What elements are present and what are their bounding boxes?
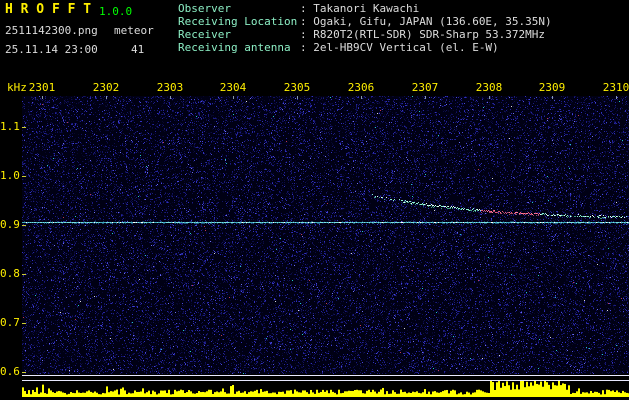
info-separator: : <box>300 2 314 15</box>
info-value: 2el-HB9CV Vertical (el. E-W) <box>313 41 499 54</box>
info-label: Observer <box>178 2 231 15</box>
freq-label: 0.6 <box>0 365 20 378</box>
info-label: Receiver <box>178 28 231 41</box>
time-label: 2307 <box>411 81 439 94</box>
echo-count: 41 <box>131 43 145 56</box>
spectrogram-canvas <box>22 96 629 374</box>
info-row: Observer: Takanori Kawachi <box>178 2 419 15</box>
freq-label: 0.8 <box>0 267 20 280</box>
info-value: Ogaki, Gifu, JAPAN (136.60E, 35.35N) <box>313 15 552 28</box>
time-label: 2306 <box>347 81 375 94</box>
time-label: 2304 <box>219 81 247 94</box>
time-label: 2310 <box>602 81 629 94</box>
time-label: 2309 <box>538 81 566 94</box>
time-label: 2302 <box>92 81 120 94</box>
info-value: Takanori Kawachi <box>313 2 420 15</box>
time-label: 2308 <box>475 81 503 94</box>
info-separator: : <box>300 15 314 28</box>
info-row: Receiving antenna: 2el-HB9CV Vertical (e… <box>178 41 499 54</box>
info-value: R820T2(RTL-SDR) SDR-Sharp 53.372MHz <box>313 28 546 41</box>
freq-label: 1.0 <box>0 169 20 182</box>
freq-unit-label: kHz <box>7 81 27 94</box>
output-filename: 2511142300.png <box>5 24 98 37</box>
info-label: Receiving antenna <box>178 41 291 54</box>
freq-label: 0.7 <box>0 316 20 329</box>
app-title: H R O F F T <box>5 2 92 17</box>
time-label: 2301 <box>28 81 56 94</box>
freq-label: 0.9 <box>0 218 20 231</box>
info-separator: : <box>300 28 314 41</box>
info-label: Receiving Location <box>178 15 298 28</box>
mode-label: meteor <box>114 24 154 37</box>
freq-label: 1.1 <box>0 120 20 133</box>
time-label: 2303 <box>156 81 184 94</box>
info-row: Receiver: R820T2(RTL-SDR) SDR-Sharp 53.3… <box>178 28 545 41</box>
timestamp: 25.11.14 23:00 <box>5 43 98 56</box>
info-row: Receiving Location: Ogaki, Gifu, JAPAN (… <box>178 15 552 28</box>
app-version: 1.0.0 <box>99 5 133 18</box>
hrofft-screen: { "app": { "title": "H R O F F T", "vers… <box>0 0 629 400</box>
info-separator: : <box>300 41 314 54</box>
signal-strength-strip-canvas <box>22 374 629 398</box>
time-label: 2305 <box>283 81 311 94</box>
